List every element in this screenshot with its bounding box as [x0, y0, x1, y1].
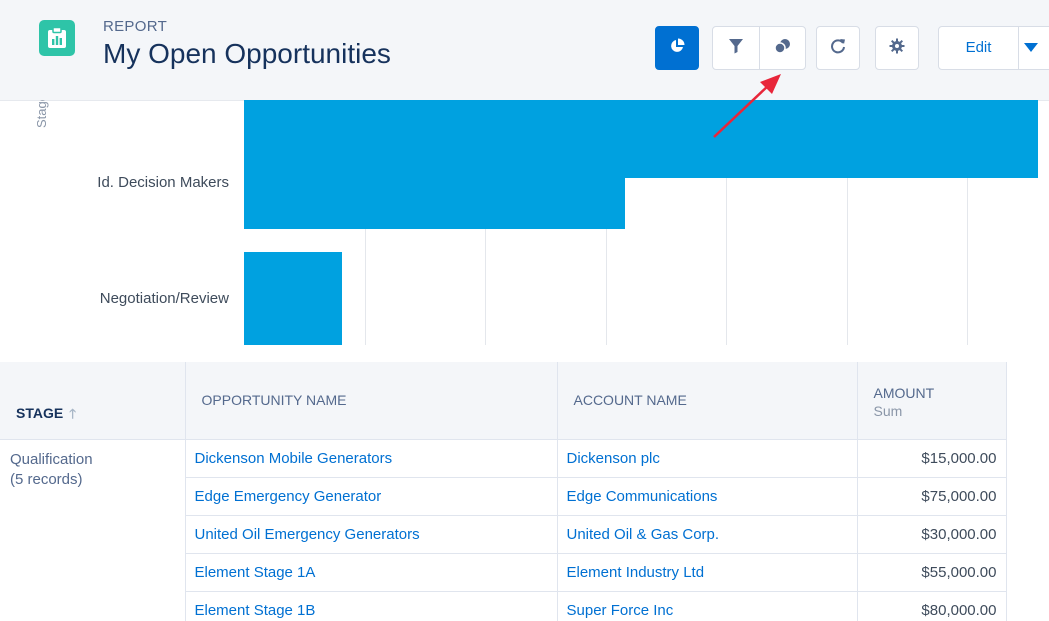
refresh-icon: [830, 38, 846, 59]
column-header-amount[interactable]: AMOUNT Sum: [856, 362, 1007, 440]
edit-button[interactable]: Edit: [939, 27, 1018, 69]
column-header-stage[interactable]: STAGE 🡑: [0, 362, 186, 440]
sort-ascending-icon: 🡑: [69, 405, 76, 421]
column-header-account-name[interactable]: ACCOUNT NAME: [556, 362, 858, 440]
chart-bar[interactable]: [244, 252, 342, 345]
opportunity-name-link[interactable]: Element Stage 1A: [184, 552, 558, 592]
group-stage-name: Qualification: [10, 450, 93, 468]
column-header-opportunity-name[interactable]: OPPORTUNITY NAME: [184, 362, 558, 440]
page-title: My Open Opportunities: [103, 38, 391, 69]
filter-button[interactable]: [713, 27, 759, 69]
category-label: Negotiation/Review: [99, 289, 229, 307]
report-header: REPORT My Open Opportunities Edit: [0, 0, 1049, 101]
gear-icon: [889, 38, 905, 59]
opportunity-name-link[interactable]: Edge Emergency Generator: [184, 476, 558, 516]
chart-icon: [669, 38, 685, 59]
shapes-icon: [774, 38, 792, 59]
amount-cell: $75,000.00: [856, 476, 1007, 516]
edit-button-group: Edit: [938, 26, 1049, 70]
chart-toggle-button[interactable]: [655, 26, 699, 70]
more-actions-button[interactable]: [1019, 27, 1043, 69]
opportunity-name-link[interactable]: Dickenson Mobile Generators: [184, 438, 558, 478]
y-axis-title: Stage: [34, 100, 49, 128]
account-name-link[interactable]: Element Industry Ltd: [556, 552, 858, 592]
amount-cell: $55,000.00: [856, 552, 1007, 592]
account-name-link[interactable]: United Oil & Gas Corp.: [556, 514, 858, 554]
report-icon: [39, 20, 75, 56]
opportunity-name-link[interactable]: United Oil Emergency Generators: [184, 514, 558, 554]
category-label: Id. Decision Makers: [97, 174, 229, 191]
shapes-button[interactable]: [760, 27, 806, 69]
account-name-link[interactable]: Edge Communications: [556, 476, 858, 516]
amount-cell: $80,000.00: [856, 590, 1007, 621]
report-table: STAGE 🡑 OPPORTUNITY NAME ACCOUNT NAME AMO…: [0, 362, 1007, 621]
opportunity-name-link[interactable]: Element Stage 1B: [184, 590, 558, 621]
object-type-label: REPORT: [103, 18, 168, 35]
bar-chart: Stage Id. Decision Makers Negotiation/Rev…: [0, 100, 1049, 352]
amount-cell: $30,000.00: [856, 514, 1007, 554]
group-record-count: (5 records): [10, 470, 83, 488]
refresh-button[interactable]: [816, 26, 860, 70]
chevron-down-icon: [1024, 39, 1038, 57]
amount-cell: $15,000.00: [856, 438, 1007, 478]
filter-icon: [729, 38, 743, 59]
account-name-link[interactable]: Dickenson plc: [556, 438, 858, 478]
filter-button-group: [712, 26, 806, 70]
settings-button[interactable]: [875, 26, 919, 70]
account-name-link[interactable]: Super Force Inc: [556, 590, 858, 621]
chart-bar[interactable]: [244, 137, 625, 229]
report-table-container: STAGE 🡑 OPPORTUNITY NAME ACCOUNT NAME AMO…: [0, 362, 1049, 621]
table-header-row: STAGE 🡑 OPPORTUNITY NAME ACCOUNT NAME AMO…: [0, 362, 1007, 440]
group-stage-cell: Qualification (5 records): [0, 438, 186, 621]
table-row: Qualification (5 records) Dickenson Mobile…: [0, 438, 1007, 621]
aggregate-label: Sum: [873, 403, 903, 419]
